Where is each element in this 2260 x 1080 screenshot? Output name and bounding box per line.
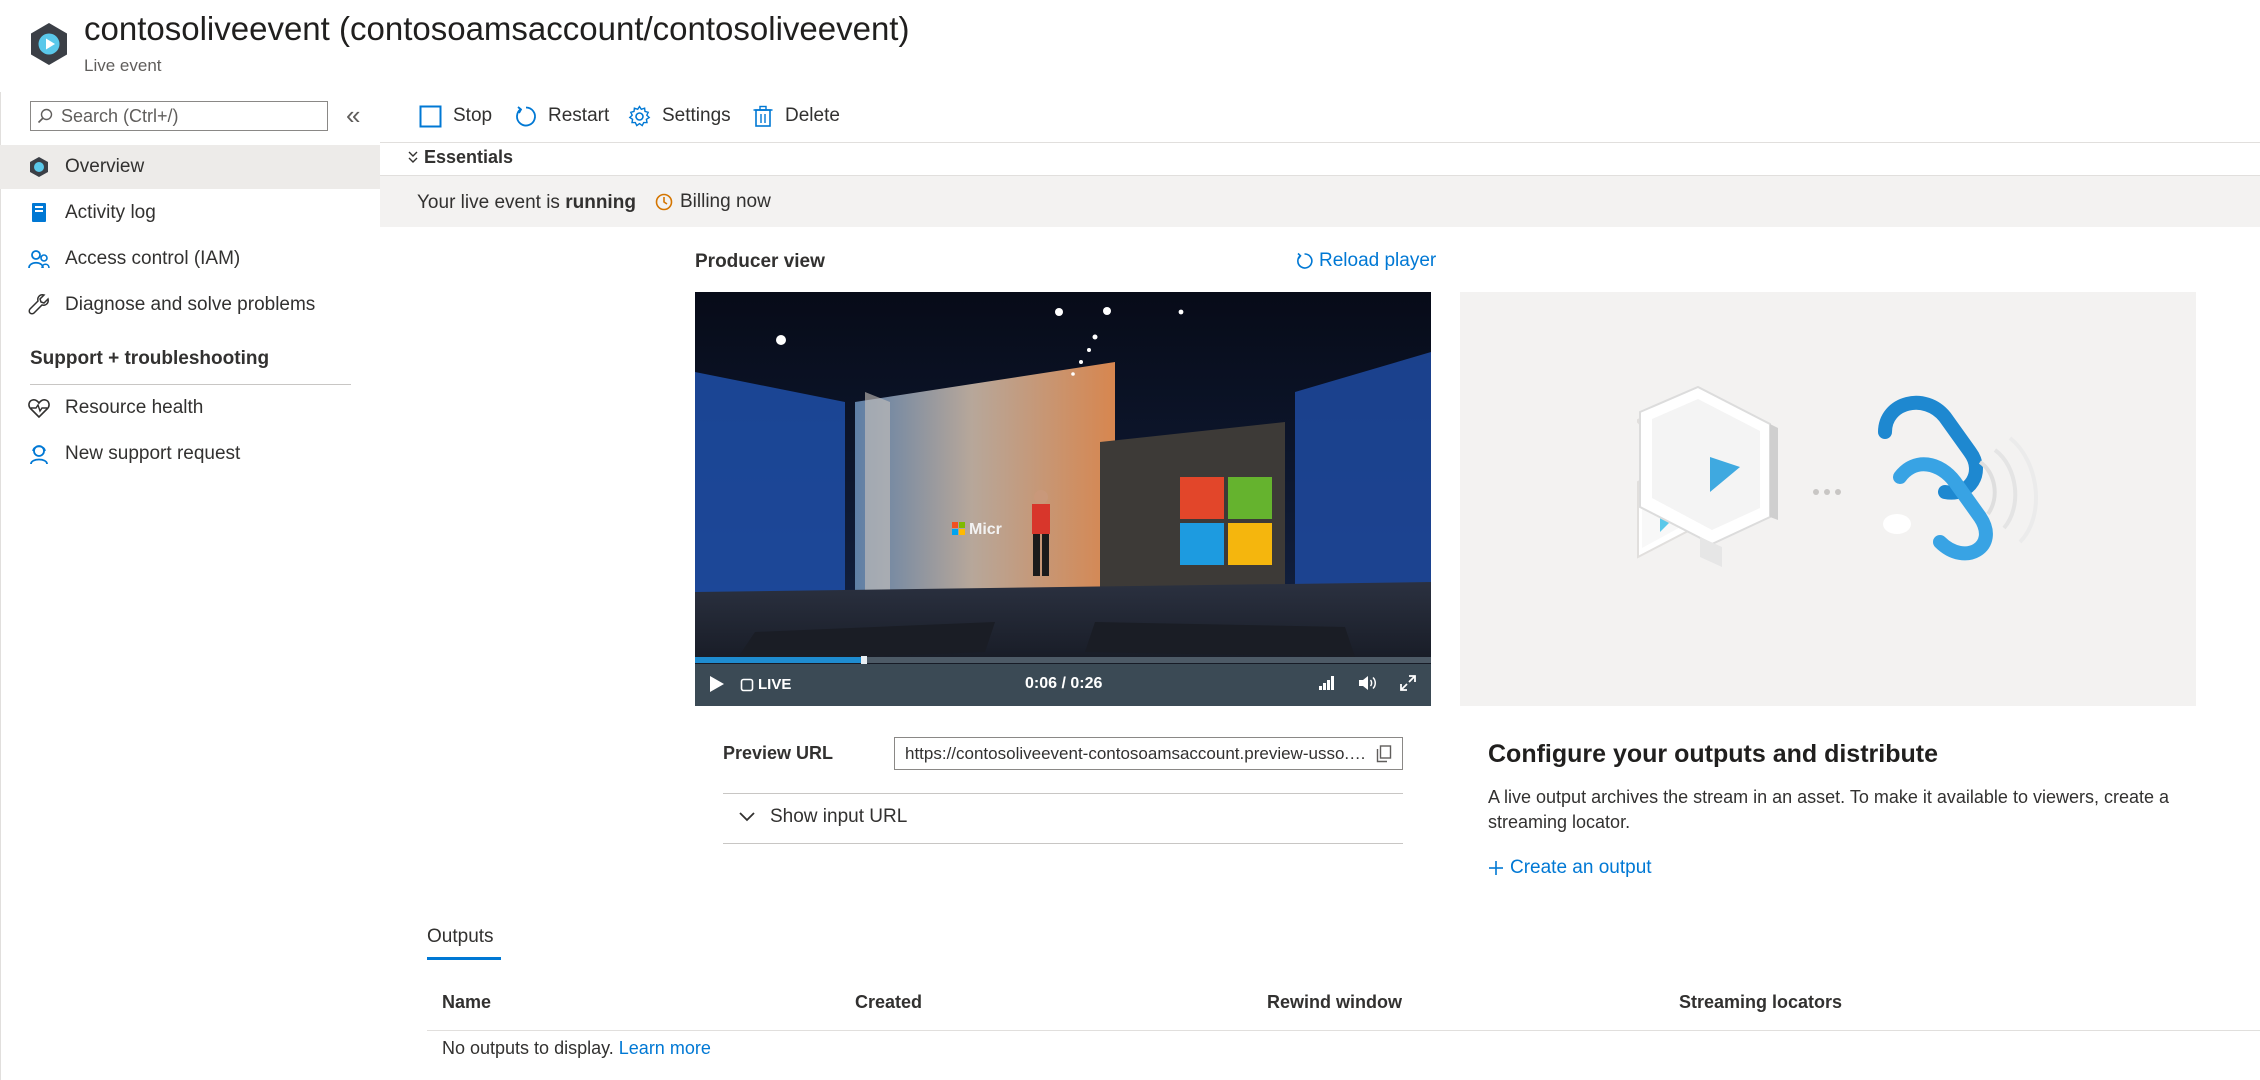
sidebar-item-label: Diagnose and solve problems <box>65 294 316 315</box>
play-icon <box>709 675 725 693</box>
chevron-down-icon <box>738 811 756 823</box>
column-header-name[interactable]: Name <box>442 992 491 1013</box>
fullscreen-button[interactable] <box>1400 675 1416 691</box>
search-input[interactable] <box>59 104 313 128</box>
quality-button[interactable] <box>1318 675 1334 691</box>
preview-url-value: https://contosoliveevent-contosoamsaccou… <box>905 743 1368 763</box>
empty-text: No outputs to display. <box>442 1038 614 1058</box>
status-prefix: Your live event is <box>417 192 560 213</box>
stop-icon <box>419 105 442 128</box>
sidebar-item-label: Activity log <box>65 202 156 223</box>
create-output-link[interactable]: Create an output <box>1488 857 1652 879</box>
restart-label: Restart <box>548 105 610 126</box>
status-text: Your live event is running <box>417 192 636 214</box>
volume-icon <box>1358 675 1377 691</box>
divider <box>723 793 1403 794</box>
stop-button[interactable]: Stop <box>419 100 492 132</box>
sidebar-item-activity-log[interactable]: Activity log <box>0 191 380 235</box>
progress-fill <box>695 657 865 663</box>
activity-log-icon <box>28 202 50 224</box>
create-output-label: Create an output <box>1510 857 1652 878</box>
clock-icon <box>655 193 673 211</box>
page-title: contosoliveevent (contosoamsaccount/cont… <box>84 10 910 47</box>
column-header-streaming-locators[interactable]: Streaming locators <box>1679 992 1842 1013</box>
sidebar-item-resource-health[interactable]: Resource health <box>0 386 380 430</box>
preview-url-field[interactable]: https://contosoliveevent-contosoamsaccou… <box>894 737 1403 770</box>
live-square-icon <box>740 678 754 692</box>
trash-icon <box>752 105 774 128</box>
essentials-toggle[interactable]: Essentials <box>407 147 513 168</box>
outputs-illustration <box>1460 292 2196 706</box>
sidebar-item-diagnose[interactable]: Diagnose and solve problems <box>0 283 380 327</box>
settings-label: Settings <box>662 105 731 126</box>
restart-button[interactable]: Restart <box>514 100 609 132</box>
sidebar-item-label: Access control (IAM) <box>65 248 241 269</box>
sidebar-item-label: New support request <box>65 443 241 464</box>
live-event-icon <box>29 22 69 66</box>
reload-label: Reload player <box>1319 250 1437 271</box>
stage-sign-text: Micr <box>969 521 1002 538</box>
play-button[interactable] <box>709 675 725 693</box>
essentials-label: Essentials <box>424 147 514 167</box>
preview-url-label: Preview URL <box>723 743 834 763</box>
heart-pulse-icon <box>28 397 50 419</box>
settings-button[interactable]: Settings <box>628 100 731 132</box>
double-chevron-up-icon <box>407 150 419 166</box>
stop-label: Stop <box>453 105 493 126</box>
learn-more-link[interactable]: Learn more <box>619 1038 711 1058</box>
sidebar-item-overview[interactable]: Overview <box>0 145 380 189</box>
search-box[interactable] <box>30 101 328 131</box>
wrench-icon <box>28 294 50 316</box>
stage-video-frame: Micr <box>695 292 1431 706</box>
table-header-divider <box>427 1030 2260 1031</box>
copy-icon[interactable] <box>1376 744 1392 763</box>
section-divider <box>30 384 351 385</box>
section-heading-support: Support + troubleshooting <box>30 348 270 369</box>
restart-icon <box>514 105 537 128</box>
volume-button[interactable] <box>1358 675 1377 691</box>
tab-outputs[interactable]: Outputs <box>427 926 494 948</box>
configure-outputs-description: A live output archives the stream in an … <box>1488 787 2170 832</box>
page-subtitle: Live event <box>84 56 162 75</box>
overview-icon <box>28 156 50 178</box>
gear-icon <box>628 104 651 128</box>
access-control-icon <box>28 248 50 270</box>
empty-table-message: No outputs to display. Learn more <box>442 1038 711 1059</box>
tab-selected-indicator <box>427 957 501 960</box>
sidebar-item-new-support-request[interactable]: New support request <box>0 432 380 476</box>
column-header-rewind-window[interactable]: Rewind window <box>1267 992 1402 1013</box>
delete-label: Delete <box>785 105 840 126</box>
refresh-icon <box>1295 252 1313 270</box>
progress-knob[interactable] <box>861 656 868 664</box>
search-icon <box>37 108 53 124</box>
signal-bars-icon <box>1318 675 1334 691</box>
producer-view-title: Producer view <box>695 251 825 272</box>
live-indicator[interactable]: LIVE <box>740 676 791 693</box>
playback-time: 0:06 / 0:26 <box>1025 675 1103 692</box>
sidebar-item-label: Resource health <box>65 397 204 418</box>
reload-player-link[interactable]: Reload player <box>1295 250 1436 272</box>
show-input-url-toggle[interactable]: Show input URL <box>738 806 907 828</box>
status-value: running <box>565 192 636 213</box>
video-player[interactable]: Micr <box>695 292 1431 706</box>
show-input-url-label: Show input URL <box>770 806 908 827</box>
configure-outputs-title: Configure your outputs and distribute <box>1488 740 1938 768</box>
fullscreen-icon <box>1400 675 1416 691</box>
billing-status: Billing now <box>655 191 771 213</box>
live-label: LIVE <box>758 676 792 693</box>
plus-icon <box>1488 860 1504 876</box>
sidebar-item-label: Overview <box>65 156 145 177</box>
divider <box>723 843 1403 844</box>
delete-button[interactable]: Delete <box>752 100 840 132</box>
support-person-icon <box>28 443 50 465</box>
billing-label: Billing now <box>680 191 771 212</box>
column-header-created[interactable]: Created <box>855 992 922 1013</box>
toolbar-divider <box>380 142 2260 143</box>
sidebar-item-access-control[interactable]: Access control (IAM) <box>0 237 380 281</box>
collapse-sidebar-button[interactable]: « <box>346 102 360 128</box>
